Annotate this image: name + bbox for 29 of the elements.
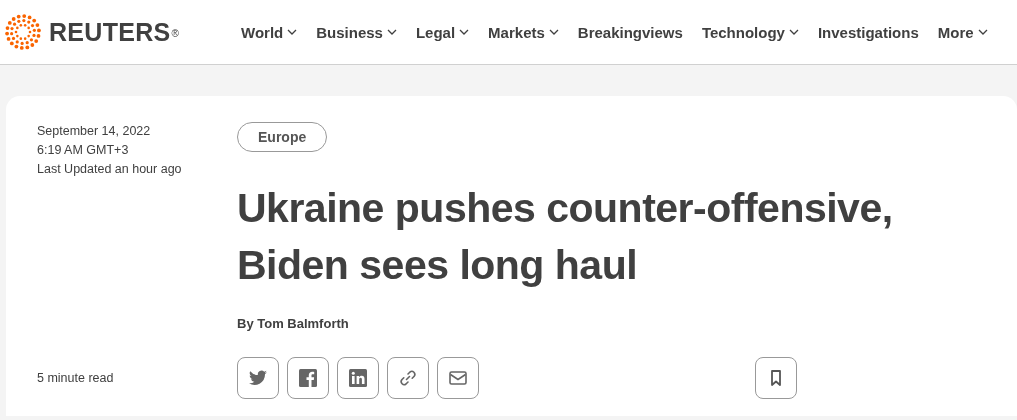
nav-link[interactable]: Investigations <box>817 23 919 41</box>
bird-icon <box>248 368 268 388</box>
nav-link[interactable]: Business <box>316 23 397 41</box>
nav-link[interactable]: World <box>241 23 298 41</box>
facebook-icon <box>298 368 318 388</box>
byline: By Tom Balmforth <box>237 316 350 331</box>
nav-link[interactable]: More <box>937 23 988 41</box>
nav-link[interactable]: Breakingviews <box>577 23 683 41</box>
registered-mark: ® <box>171 28 179 39</box>
linkedin-icon <box>348 368 368 388</box>
logo-icon <box>5 14 41 50</box>
publish-time: 6:19 AM GMT+3 <box>37 142 130 159</box>
twitter-share-button[interactable] <box>237 357 279 399</box>
headline: Ukraine pushes counter-offensive, Biden sees long haul <box>237 184 894 290</box>
publish-date: September 14, 2022 <box>37 123 152 140</box>
link-icon <box>398 368 418 388</box>
nav-link[interactable]: Technology <box>701 23 799 41</box>
read-time: 5 minute read <box>37 369 114 387</box>
linkedin-share-button[interactable] <box>337 357 379 399</box>
email-share-button[interactable] <box>437 357 479 399</box>
bookmark-button[interactable] <box>755 357 797 399</box>
nav-link[interactable]: Markets <box>488 23 559 41</box>
facebook-share-button[interactable] <box>287 357 329 399</box>
last-updated: Last Updated an hour ago <box>37 161 183 178</box>
nav-link[interactable]: Legal <box>415 23 470 41</box>
envelope-icon <box>448 368 468 388</box>
bookmark-icon <box>769 369 783 387</box>
copy-link-button[interactable] <box>387 357 429 399</box>
brand-name[interactable]: REUTERS <box>49 17 171 47</box>
